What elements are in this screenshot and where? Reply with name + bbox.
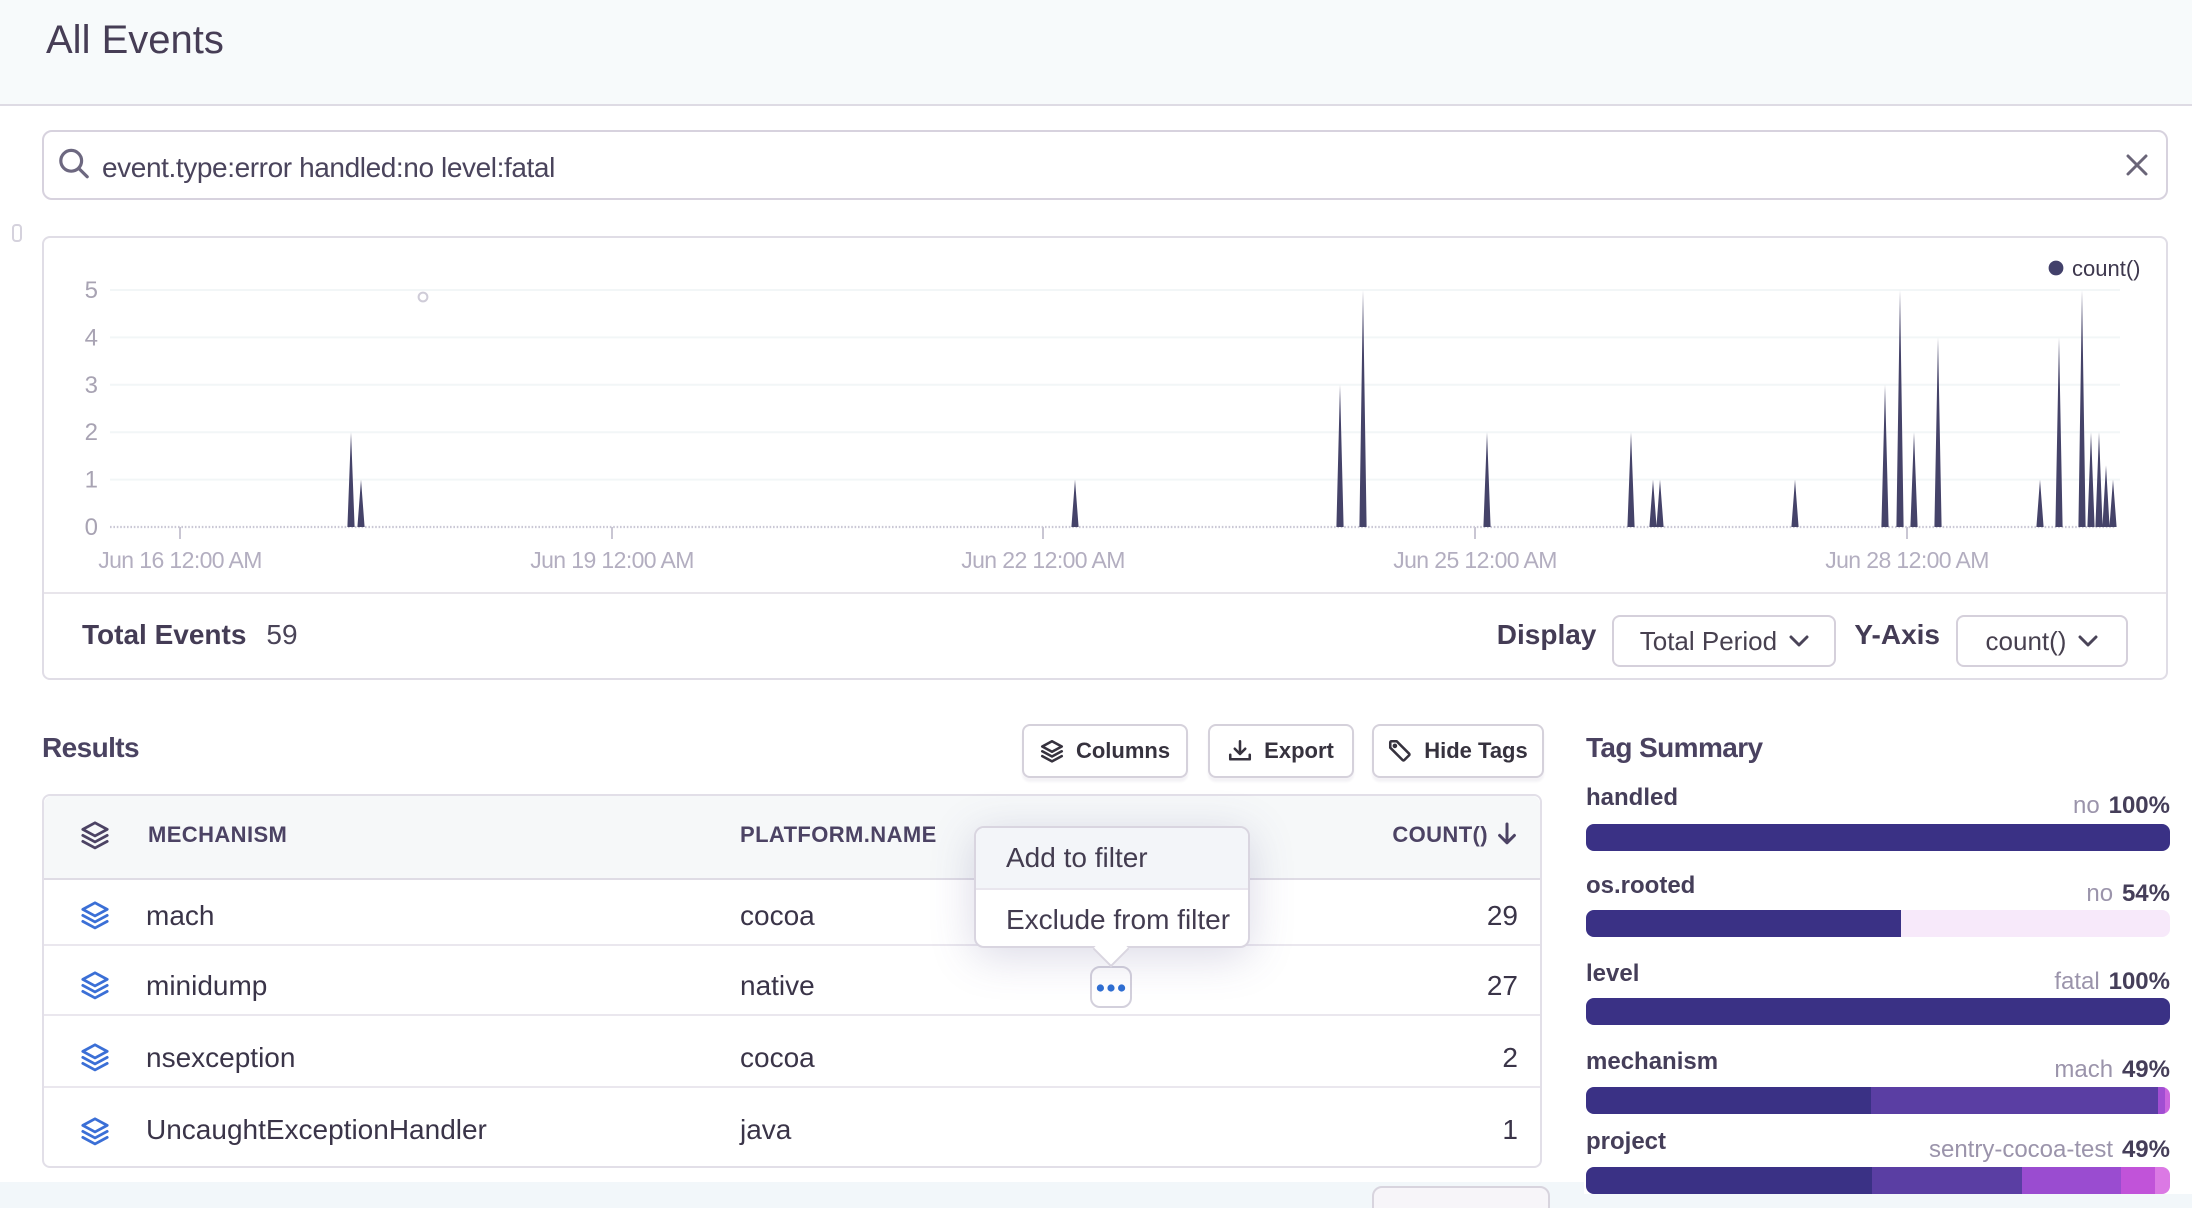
svg-text:4: 4 <box>85 324 98 351</box>
svg-text:Jun 16 12:00 AM: Jun 16 12:00 AM <box>98 547 262 573</box>
svg-text:count(): count() <box>2072 256 2140 281</box>
svg-text:Jun 19 12:00 AM: Jun 19 12:00 AM <box>530 547 694 573</box>
svg-text:Jun 25 12:00 AM: Jun 25 12:00 AM <box>1393 547 1557 573</box>
svg-text:1: 1 <box>85 467 98 494</box>
svg-text:2: 2 <box>85 419 98 446</box>
svg-text:5: 5 <box>85 277 98 304</box>
svg-text:0: 0 <box>85 514 98 541</box>
svg-text:Jun 28 12:00 AM: Jun 28 12:00 AM <box>1825 547 1989 573</box>
svg-text:3: 3 <box>85 372 98 399</box>
svg-text:Jun 22 12:00 AM: Jun 22 12:00 AM <box>961 547 1125 573</box>
